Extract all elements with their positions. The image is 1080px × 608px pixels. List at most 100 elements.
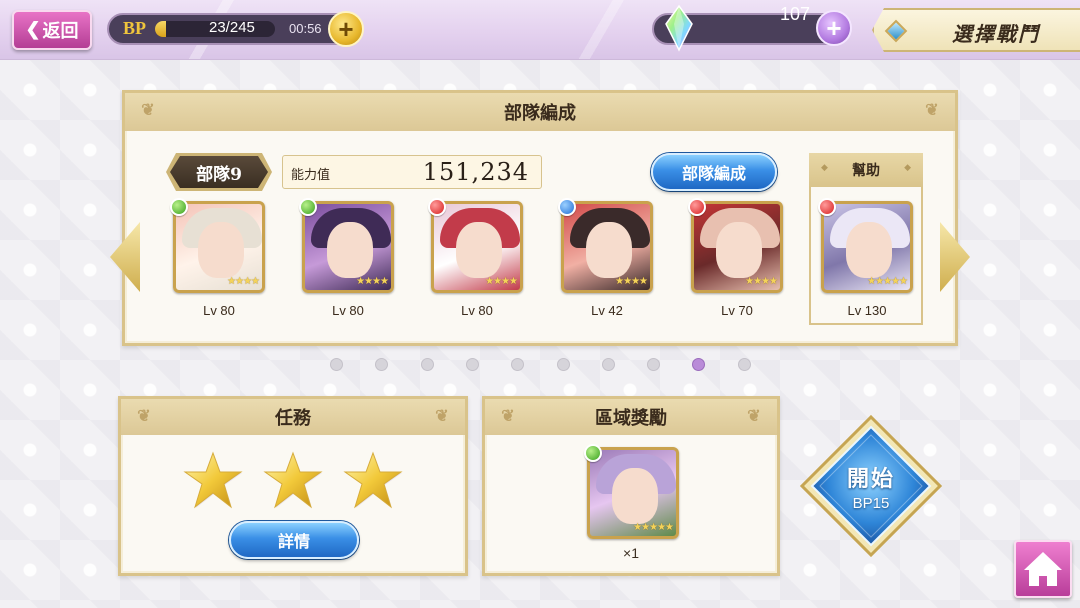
team-name-tag: 部隊9 xyxy=(170,156,268,188)
member-level: Lv 80 xyxy=(461,303,493,318)
member-level: Lv 80 xyxy=(203,303,235,318)
gem-plus-button[interactable]: + xyxy=(816,10,852,46)
power-value: 151,234 xyxy=(422,158,529,186)
attribute-orb-icon xyxy=(818,198,836,216)
bp-timer: 00:56 xyxy=(289,21,322,36)
gem-count: 107 xyxy=(779,4,810,24)
rarity-stars: ★★★★ xyxy=(615,276,648,287)
attribute-orb-icon xyxy=(428,198,446,216)
mission-detail-button[interactable]: 詳情 xyxy=(229,521,359,559)
reward-panel-title: 區域獎勵 xyxy=(595,408,667,429)
bp-label: BP xyxy=(123,18,147,38)
member-level: Lv 130 xyxy=(847,303,887,318)
bp-meter: BP 23/245 00:56 + xyxy=(107,11,364,47)
ornament-icon: ❦ xyxy=(925,100,939,119)
mission-star-icon xyxy=(343,451,403,509)
power-label: 能力值 xyxy=(291,168,331,183)
page-dot[interactable] xyxy=(647,358,661,371)
member-level: Lv 42 xyxy=(591,303,623,318)
attribute-orb-icon xyxy=(584,444,602,462)
page-dot[interactable] xyxy=(601,358,615,371)
member-portrait: ★★★★★ xyxy=(821,201,913,293)
plus-icon: + xyxy=(338,13,354,44)
stage-select-tab[interactable]: 選擇戰鬥 xyxy=(872,8,1080,52)
ornament-icon: ❦ xyxy=(137,406,151,425)
page-dot[interactable] xyxy=(737,358,751,371)
attribute-orb-icon xyxy=(299,198,317,216)
power-box: 能力值 151,234 xyxy=(282,155,542,189)
member-portrait: ★★★★ xyxy=(302,201,394,293)
member-portrait: ★★★★ xyxy=(431,201,523,293)
character-face xyxy=(456,222,502,278)
home-icon xyxy=(1024,552,1062,586)
character-face xyxy=(846,222,892,278)
page-dot[interactable] xyxy=(330,358,343,371)
attribute-orb-icon xyxy=(688,198,706,216)
team-member-card[interactable]: ★★★★ Lv 80 xyxy=(299,198,394,318)
rarity-stars: ★★★★ xyxy=(227,276,260,287)
rarity-stars: ★★★★ xyxy=(356,276,389,287)
mission-panel-title: 任務 xyxy=(275,408,311,429)
back-button[interactable]: ❮ 返回 xyxy=(12,10,92,50)
reward-portrait: ★★★★★ xyxy=(587,447,679,539)
rarity-stars: ★★★★★ xyxy=(867,276,908,287)
page-dot[interactable] xyxy=(511,358,525,371)
team-panel-title: 部隊編成 xyxy=(504,103,576,124)
team-member-card[interactable]: ★★★★ Lv 42 xyxy=(558,198,653,318)
mission-panel: ❦ 任務 ❦ 詳情 xyxy=(118,396,468,576)
character-face xyxy=(586,222,632,278)
team-member-card[interactable]: ★★★★★ Lv 130 xyxy=(818,198,913,318)
reward-card[interactable]: ★★★★★ xyxy=(584,444,679,539)
team-page-indicator xyxy=(330,358,751,374)
page-dot[interactable] xyxy=(692,358,706,371)
formation-button[interactable]: 部隊編成 xyxy=(651,153,777,191)
page-dot[interactable] xyxy=(420,358,434,371)
ornament-icon: ❦ xyxy=(141,100,155,119)
attribute-orb-icon xyxy=(558,198,576,216)
page-dot[interactable] xyxy=(556,358,570,371)
diamond-icon xyxy=(884,19,908,43)
bp-fill xyxy=(155,21,167,37)
page-dot[interactable] xyxy=(375,358,389,371)
start-label-wrap: 開始 BP15 xyxy=(800,415,942,557)
character-face xyxy=(612,468,658,524)
support-label: 幫助 xyxy=(809,153,923,187)
chevron-left-icon: ❮ xyxy=(25,19,41,40)
area-reward-panel: ❦ 區域獎勵 ❦ ★★★★★ ×1 xyxy=(482,396,780,576)
gem-icon xyxy=(665,4,693,52)
home-button[interactable] xyxy=(1014,540,1072,598)
ornament-icon: ❦ xyxy=(747,406,761,425)
attribute-orb-icon xyxy=(170,198,188,216)
plus-icon: + xyxy=(826,12,842,43)
member-portrait: ★★★★ xyxy=(561,201,653,293)
reward-quantity: ×1 xyxy=(623,545,639,561)
rarity-stars: ★★★★ xyxy=(745,276,778,287)
back-button-label: 返回 xyxy=(42,21,79,42)
start-cost: BP15 xyxy=(852,494,890,512)
character-face xyxy=(327,222,373,278)
bp-plus-button[interactable]: + xyxy=(328,11,364,47)
page-dot[interactable] xyxy=(465,358,479,371)
member-portrait: ★★★★ xyxy=(173,201,265,293)
team-member-card[interactable]: ★★★★ Lv 80 xyxy=(428,198,523,318)
ornament-icon: ❦ xyxy=(435,406,449,425)
reward-panel-header: ❦ 區域獎勵 ❦ xyxy=(485,399,777,435)
character-face xyxy=(198,222,244,278)
team-panel: ❦ 部隊編成 ❦ 部隊9 能力值 151,234 部隊編成 幫助 ★★★★ Lv … xyxy=(122,90,958,346)
member-portrait: ★★★★ xyxy=(691,201,783,293)
team-panel-header: ❦ 部隊編成 ❦ xyxy=(125,93,955,131)
member-level: Lv 80 xyxy=(332,303,364,318)
mission-star-icon xyxy=(183,451,243,509)
rarity-stars: ★★★★★ xyxy=(633,522,674,533)
rarity-stars: ★★★★ xyxy=(485,276,518,287)
mission-star-icon xyxy=(263,451,323,509)
mission-panel-header: ❦ 任務 ❦ xyxy=(121,399,465,435)
member-level: Lv 70 xyxy=(721,303,753,318)
start-title: 開始 xyxy=(846,465,895,492)
stage-select-title: 選擇戰鬥 xyxy=(952,22,1040,46)
start-battle-button[interactable]: 開始 BP15 xyxy=(799,414,943,558)
character-face xyxy=(716,222,762,278)
ornament-icon: ❦ xyxy=(501,406,515,425)
team-member-card[interactable]: ★★★★ Lv 80 xyxy=(170,198,265,318)
team-member-card[interactable]: ★★★★ Lv 70 xyxy=(688,198,783,318)
